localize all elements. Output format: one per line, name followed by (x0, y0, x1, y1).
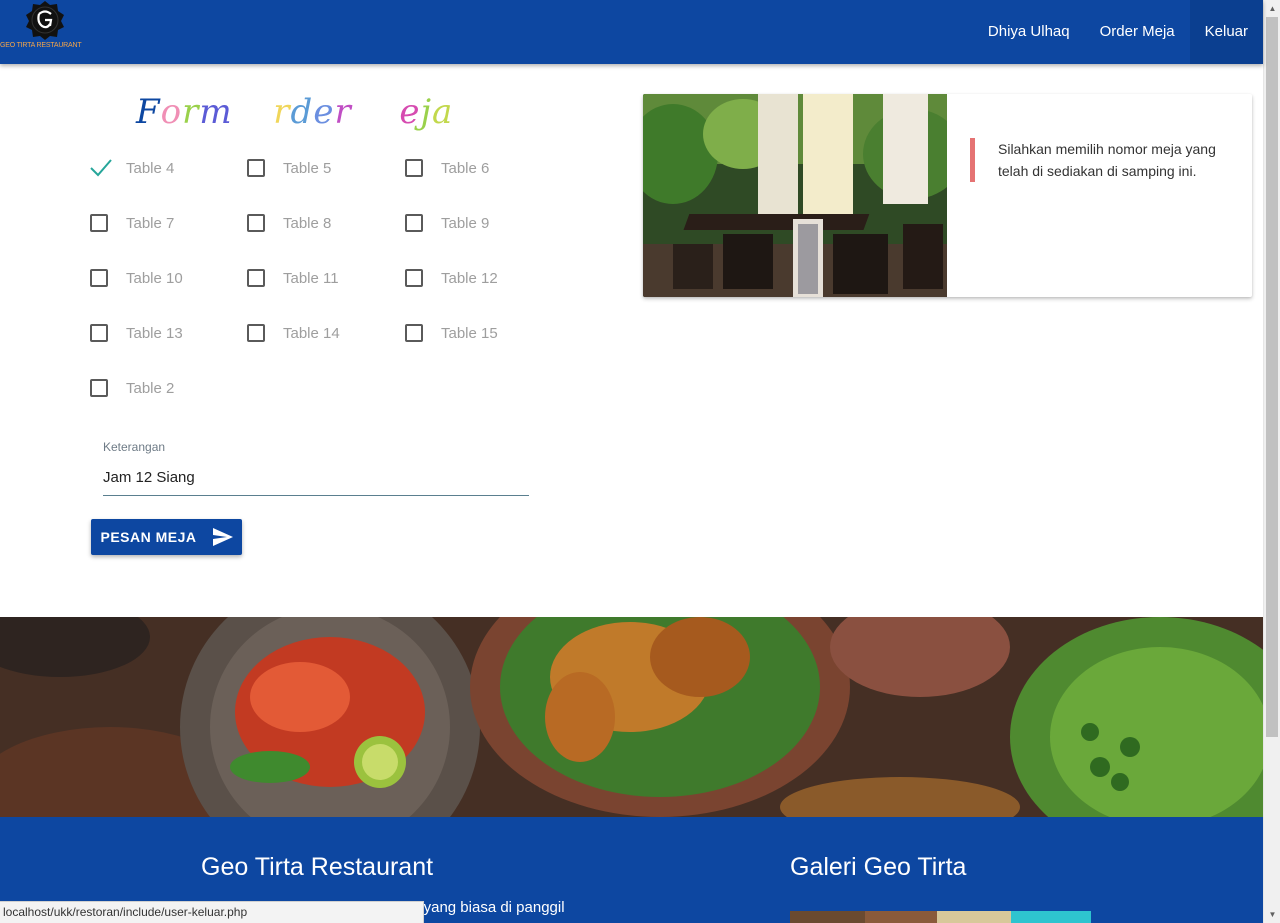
nav-link-keluar[interactable]: Keluar (1189, 0, 1263, 64)
table-checkbox-label: Table 8 (283, 214, 332, 232)
checkbox-box (405, 214, 423, 232)
nav-link-order-meja[interactable]: Order Meja (1085, 0, 1190, 64)
form-title-letter: j (420, 92, 433, 132)
table-checkbox[interactable]: Table 5 (247, 150, 331, 186)
checkmark-icon (90, 159, 112, 177)
checkbox-box (247, 159, 265, 177)
food-banner-image (0, 617, 1263, 817)
table-checkbox-label: Table 2 (126, 379, 175, 397)
info-card: Silahkan memilih nomor meja yang telah d… (643, 94, 1252, 297)
table-checkbox[interactable]: Table 13 (90, 315, 183, 351)
table-checkbox-label: Table 10 (126, 269, 183, 287)
table-checkbox-label: Table 11 (283, 269, 339, 287)
brand-text: GEO TIRTA RESTAURANT (0, 42, 82, 49)
table-checkbox[interactable]: Table 9 (405, 205, 489, 241)
keterangan-input[interactable] (103, 460, 529, 496)
form-title-letter (352, 92, 364, 132)
table-checkbox-label: Table 6 (441, 159, 490, 177)
form-title-letter: d (290, 92, 314, 132)
table-checkbox[interactable]: Table 2 (90, 370, 174, 406)
table-checkbox[interactable]: Table 11 (247, 260, 339, 296)
table-checkbox[interactable]: Table 10 (90, 260, 183, 296)
form-title-letter: e (399, 92, 421, 132)
restaurant-logo-icon (26, 1, 64, 40)
checkbox-box (247, 269, 265, 287)
form-title-letter: r (334, 92, 352, 132)
page: GEO TIRTA RESTAURANT Dhiya Ulhaq Order M… (0, 0, 1280, 923)
form-title-letter: F (136, 92, 161, 132)
form-title-letter: e (313, 92, 335, 132)
checkbox-box (247, 324, 265, 342)
pesan-meja-button[interactable]: PESAN MEJA (91, 519, 242, 555)
form-title: Form Order Meja (136, 92, 453, 132)
nav-link-user[interactable]: Dhiya Ulhaq (973, 0, 1085, 64)
form-title-letter (233, 92, 245, 132)
table-checkbox[interactable]: Table 4 (90, 150, 174, 186)
footer-title-gallery: Galeri Geo Tirta (790, 853, 967, 881)
checkbox-box (405, 159, 423, 177)
footer-title-restaurant: Geo Tirta Restaurant (201, 853, 434, 881)
table-checkbox-label: Table 9 (441, 214, 490, 232)
brand-logo-link[interactable]: GEO TIRTA RESTAURANT (0, 0, 92, 62)
checkbox-box (247, 214, 265, 232)
table-checkbox[interactable]: Table 12 (405, 260, 498, 296)
form-title-letter: r (273, 92, 291, 132)
send-icon (212, 528, 233, 546)
nav-links: Dhiya Ulhaq Order Meja Keluar (973, 0, 1263, 64)
checkbox-box (90, 379, 108, 397)
info-card-text: Silahkan memilih nomor meja yang telah d… (970, 138, 1240, 182)
table-checkbox[interactable]: Table 14 (247, 315, 340, 351)
navbar: GEO TIRTA RESTAURANT Dhiya Ulhaq Order M… (0, 0, 1263, 64)
checkbox-box (405, 269, 423, 287)
form-title-letter: r (182, 92, 200, 132)
gallery-thumbnails[interactable] (790, 911, 1091, 923)
table-checkbox-label: Table 14 (283, 324, 340, 342)
keterangan-label: Keterangan (103, 440, 166, 454)
table-checkbox[interactable]: Table 7 (90, 205, 174, 241)
table-checkbox[interactable]: Table 8 (247, 205, 331, 241)
scroll-up-arrow-icon[interactable]: ▲ (1264, 0, 1280, 17)
table-checkbox-label: Table 12 (441, 269, 498, 287)
checkbox-box (90, 214, 108, 232)
pesan-meja-label: PESAN MEJA (100, 529, 197, 545)
scroll-thumb[interactable] (1266, 17, 1278, 737)
checkbox-box (90, 324, 108, 342)
table-checkbox-label: Table 5 (283, 159, 332, 177)
table-checkbox[interactable]: Table 15 (405, 315, 498, 351)
form-title-letter: a (432, 92, 454, 132)
form-title-letter: m (199, 92, 233, 132)
form-title-letter: M (363, 92, 400, 132)
checkbox-box (405, 324, 423, 342)
table-checkbox-label: Table 15 (441, 324, 498, 342)
table-checkbox[interactable]: Table 6 (405, 150, 489, 186)
table-checkbox-label: Table 7 (126, 214, 175, 232)
scroll-down-arrow-icon[interactable]: ▼ (1264, 906, 1280, 923)
restaurant-interior-photo (643, 94, 947, 297)
browser-status-bar: localhost/ukk/restoran/include/user-kelu… (0, 901, 424, 923)
form-title-letter: O (244, 92, 274, 132)
table-checkbox-label: Table 13 (126, 324, 183, 342)
checkbox-box (90, 269, 108, 287)
table-checkbox-label: Table 4 (126, 159, 175, 177)
form-title-letter: o (160, 92, 183, 132)
page-scrollbar[interactable]: ▲ ▼ (1263, 0, 1280, 923)
